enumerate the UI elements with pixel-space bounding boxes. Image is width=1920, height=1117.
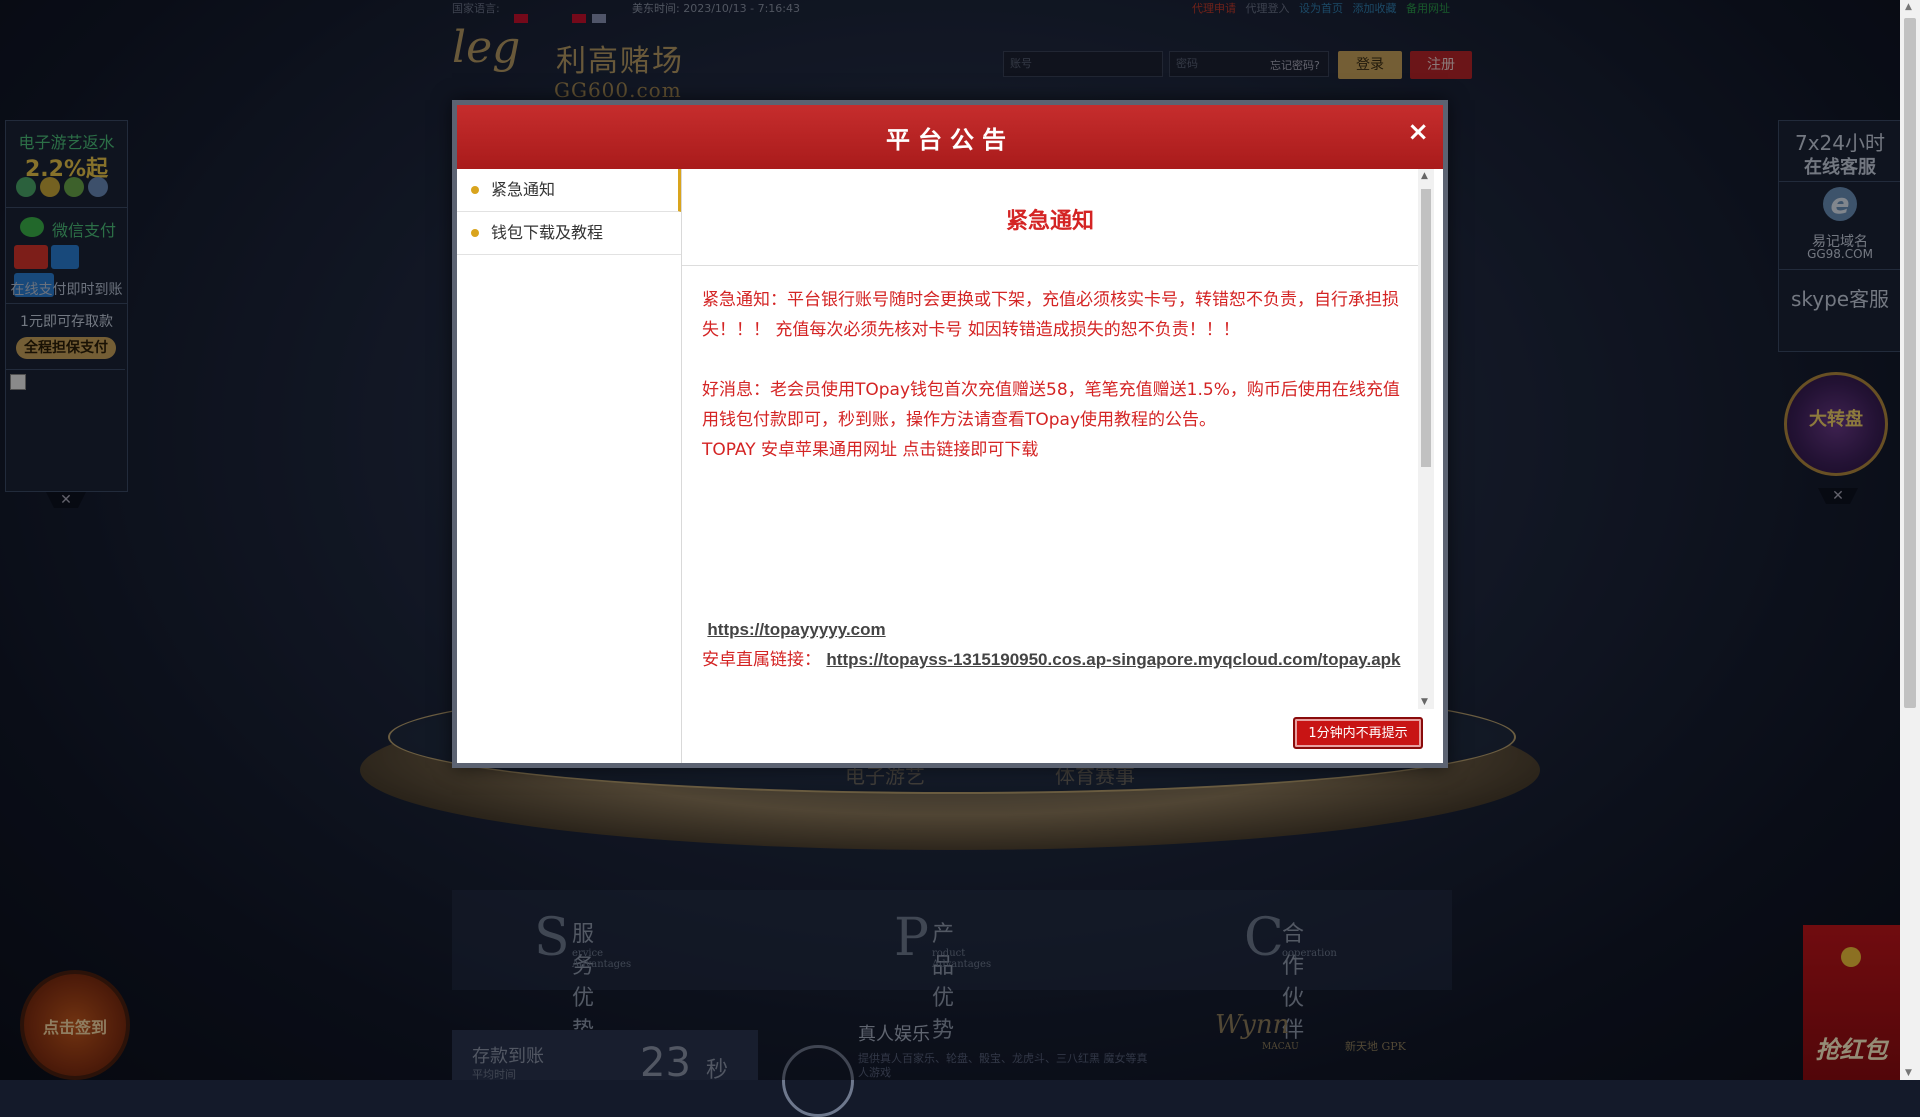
announcement-modal: 平台公告 × 紧急通知 钱包下载及教程 紧急通知 紧急通知：平台银行账号随时会更… — [452, 100, 1448, 768]
scroll-up-icon[interactable]: ▲ — [1905, 2, 1912, 12]
notice-paragraph-good-news: 好消息：老会员使用TOpay钱包首次充值赠送58，笔笔充值赠送1.5%，购币后使… — [702, 380, 1400, 430]
content-body: 紧急通知：平台银行账号随时会更换或下架，充值必须核实卡号，转错恕不负责，自行承担… — [702, 285, 1402, 675]
android-link-label: 安卓直属链接： — [702, 650, 821, 670]
nav-item-label: 钱包下载及教程 — [491, 223, 604, 242]
scroll-up-icon[interactable]: ▲ — [1421, 171, 1428, 181]
content-scrollbar[interactable]: ▲ ▼ — [1418, 169, 1434, 709]
nav-item-urgent-notice[interactable]: 紧急通知 — [457, 169, 681, 212]
dismiss-1min-button[interactable]: 1分钟内不再提示 — [1293, 717, 1423, 749]
topay-link[interactable]: https://topayyyyy.com — [707, 620, 885, 639]
page-scrollbar[interactable]: ▲ ▼ — [1900, 0, 1920, 1080]
page-scrollbar-thumb[interactable] — [1904, 18, 1916, 708]
modal-close-button[interactable]: × — [1407, 117, 1429, 147]
nav-item-label: 紧急通知 — [491, 180, 556, 199]
divider — [682, 265, 1418, 266]
scroll-down-icon[interactable]: ▼ — [1421, 697, 1428, 707]
content-title: 紧急通知 — [1005, 209, 1094, 234]
announcement-nav: 紧急通知 钱包下载及教程 — [457, 169, 682, 763]
notice-paragraph-urgent: 紧急通知：平台银行账号随时会更换或下架，充值必须核实卡号，转错恕不负责，自行承担… — [702, 290, 1399, 340]
bullet-icon — [471, 186, 479, 194]
android-apk-link[interactable]: https://topayss-1315190950.cos.ap-singap… — [826, 650, 1400, 669]
bullet-icon — [471, 229, 479, 237]
modal-header: 平台公告 × — [457, 105, 1443, 169]
announcement-content: 紧急通知 紧急通知：平台银行账号随时会更换或下架，充值必须核实卡号，转错恕不负责… — [682, 169, 1418, 709]
notice-paragraph-topay: TOPAY 安卓苹果通用网址 点击链接即可下载 — [702, 440, 1039, 460]
modal-title: 平台公告 — [886, 126, 1014, 154]
nav-item-wallet-download[interactable]: 钱包下载及教程 — [457, 212, 681, 255]
scroll-down-icon[interactable]: ▼ — [1905, 1068, 1912, 1078]
scrollbar-thumb[interactable] — [1421, 189, 1431, 467]
